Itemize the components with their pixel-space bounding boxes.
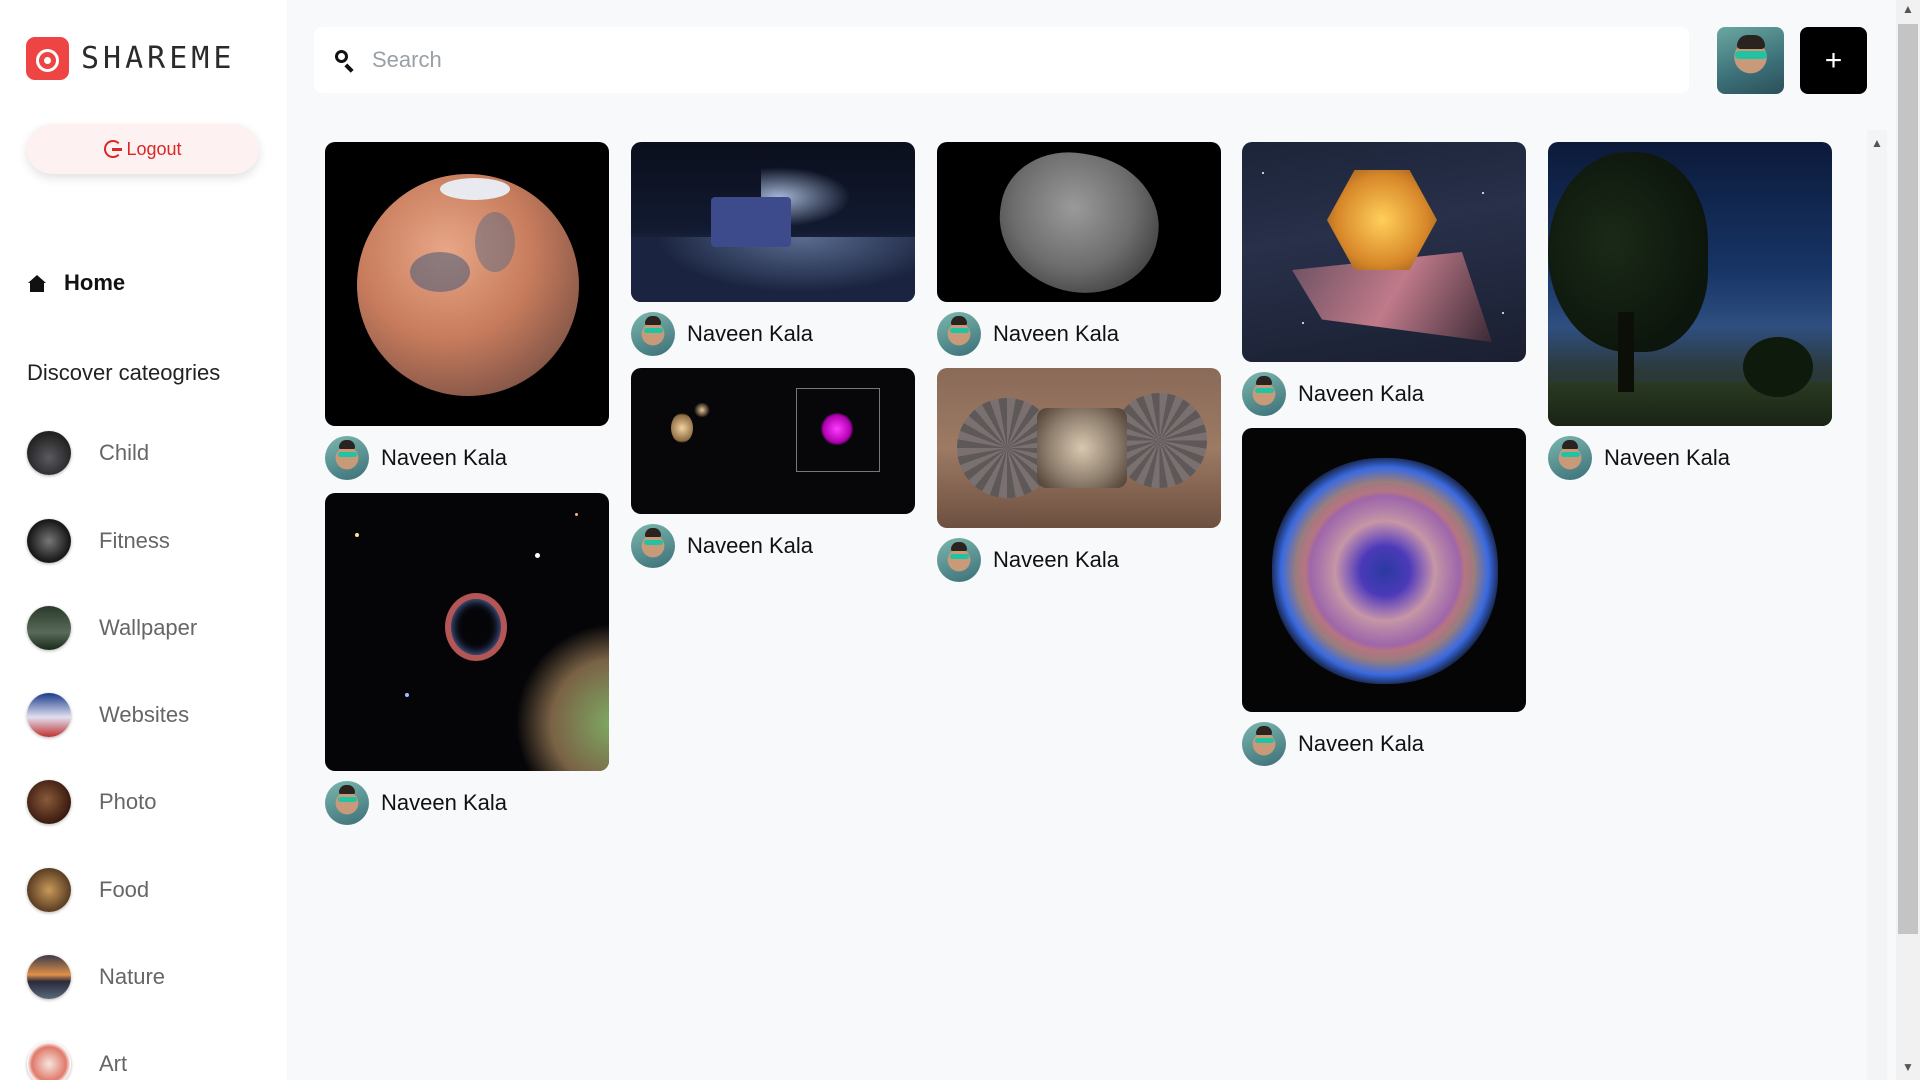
category-item-wallpaper[interactable]: Wallpaper [27,606,197,650]
pin-image[interactable] [937,142,1221,302]
category-thumbnail [27,606,71,650]
home-label: Home [64,270,126,295]
user-avatar[interactable] [1717,27,1784,94]
pin-image[interactable] [325,493,609,771]
pin-card[interactable]: Naveen Kala [1548,142,1832,480]
chevron-down-icon[interactable]: ▼ [1902,1060,1914,1074]
logout-button[interactable]: Logout [27,124,259,174]
category-thumbnail [27,868,71,912]
author-avatar [325,436,369,480]
pin-card[interactable]: Naveen Kala [325,493,609,825]
sidebar: SHAREME Logout Home Discover cateogries … [0,0,287,1080]
author-avatar [1242,722,1286,766]
pin-author[interactable]: Naveen Kala [937,538,1221,582]
author-name: Naveen Kala [381,790,507,815]
pin-card[interactable]: Naveen Kala [325,142,609,480]
scrollbar-thumb[interactable] [1898,24,1918,934]
category-thumbnail [27,693,71,737]
category-thumbnail [27,1042,71,1080]
pin-author[interactable]: Naveen Kala [631,312,915,356]
pin-image[interactable] [1242,142,1526,362]
author-avatar [631,312,675,356]
create-pin-button[interactable]: + [1800,27,1867,94]
page-scrollbar[interactable]: ▲ ▼ [1896,0,1920,1080]
author-name: Naveen Kala [687,321,813,346]
pin-author[interactable]: Naveen Kala [1242,372,1526,416]
category-item-fitness[interactable]: Fitness [27,519,170,563]
author-name: Naveen Kala [993,547,1119,572]
pin-image[interactable] [631,142,915,302]
author-avatar [631,524,675,568]
pin-card[interactable]: Naveen Kala [631,142,915,356]
category-item-websites[interactable]: Websites [27,693,189,737]
pin-author[interactable]: Naveen Kala [1548,436,1832,480]
sidebar-item-home[interactable]: Home [28,270,125,296]
pin-author[interactable]: Naveen Kala [631,524,915,568]
pin-author[interactable]: Naveen Kala [1242,722,1526,766]
camera-icon [26,37,69,80]
category-thumbnail [27,780,71,824]
home-icon [28,274,46,292]
logout-icon [104,140,123,158]
pin-card[interactable]: Naveen Kala [631,368,915,568]
author-name: Naveen Kala [1298,731,1424,756]
category-item-nature[interactable]: Nature [27,955,165,999]
pin-image[interactable] [1548,142,1832,426]
author-avatar [325,781,369,825]
pin-card[interactable]: Naveen Kala [937,368,1221,582]
author-avatar [937,312,981,356]
category-item-photo[interactable]: Photo [27,780,157,824]
logout-label: Logout [126,138,182,159]
category-item-food[interactable]: Food [27,868,149,912]
category-label: Child [99,440,150,465]
search-bar[interactable] [314,27,1689,93]
author-name: Naveen Kala [381,445,507,470]
category-label: Photo [99,789,157,814]
category-thumbnail [27,955,71,999]
category-label: Nature [99,964,166,989]
category-item-art[interactable]: Art [27,1042,127,1080]
search-input[interactable] [370,46,1624,74]
author-name: Naveen Kala [1298,381,1424,406]
author-name: Naveen Kala [687,533,813,558]
pin-image[interactable] [1242,428,1526,712]
category-thumbnail [27,431,71,475]
category-label: Websites [99,702,190,727]
chevron-up-icon[interactable]: ▲ [1871,136,1883,150]
feed-scrollbar[interactable]: ▲ [1867,130,1887,1080]
author-name: Naveen Kala [1604,445,1730,470]
chevron-up-icon[interactable]: ▲ [1902,2,1914,16]
author-name: Naveen Kala [993,321,1119,346]
pin-image[interactable] [631,368,915,514]
pin-author[interactable]: Naveen Kala [325,436,609,480]
category-item-child[interactable]: Child [27,431,149,475]
category-label: Art [99,1051,128,1076]
author-avatar [1242,372,1286,416]
author-avatar [937,538,981,582]
pin-author[interactable]: Naveen Kala [937,312,1221,356]
author-avatar [1548,436,1592,480]
pin-card[interactable]: Naveen Kala [937,142,1221,356]
pin-card[interactable]: Naveen Kala [1242,428,1526,766]
app-name: SHAREME [81,41,236,76]
category-label: Wallpaper [99,615,198,640]
pin-image[interactable] [937,368,1221,528]
discover-categories-heading: Discover cateogries [27,360,221,385]
pin-image[interactable] [325,142,609,426]
pin-author[interactable]: Naveen Kala [325,781,609,825]
category-thumbnail [27,519,71,563]
category-label: Food [99,877,150,902]
app-logo[interactable]: SHAREME [26,37,235,80]
search-icon [334,49,356,71]
pin-card[interactable]: Naveen Kala [1242,142,1526,416]
category-label: Fitness [99,528,170,553]
